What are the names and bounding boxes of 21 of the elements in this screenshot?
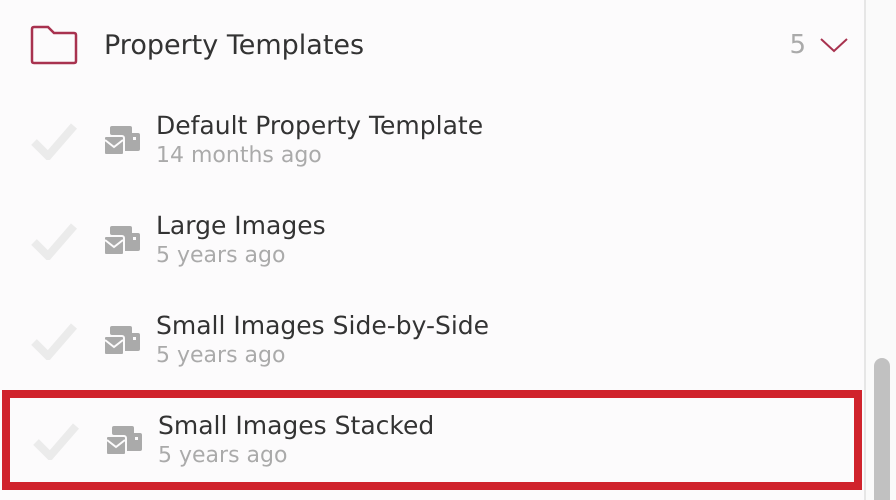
chevron-icon[interactable] (820, 37, 848, 53)
folder-title: Property Templates (104, 30, 366, 60)
item-count: 5 (789, 30, 806, 60)
modified-time: 5 years ago (156, 242, 286, 270)
highlighted-template-row[interactable]: Small Images Stacked 5 years ago (2, 390, 862, 490)
template-icon (104, 224, 140, 256)
template-row[interactable]: Large Images 5 years ago (2, 190, 862, 290)
template-name: Large Images (156, 210, 326, 242)
modified-time: 5 years ago (158, 442, 288, 470)
modified-time: 14 months ago (156, 142, 323, 170)
template-icon (104, 124, 140, 156)
template-row[interactable]: Small Images Side-by-Side 5 years ago (2, 290, 862, 390)
scrollbar-thumb[interactable] (874, 358, 890, 500)
template-name: Default Property Template (156, 110, 484, 142)
template-name: Small Images Side-by-Side (156, 310, 490, 342)
folder-icon (30, 25, 78, 65)
template-icon (104, 324, 140, 356)
modified-time: 5 years ago (156, 342, 286, 370)
template-name: Small Images Stacked (158, 410, 434, 442)
template-row[interactable]: Default Property Template 14 months ago (2, 90, 862, 190)
template-icon (106, 424, 142, 456)
